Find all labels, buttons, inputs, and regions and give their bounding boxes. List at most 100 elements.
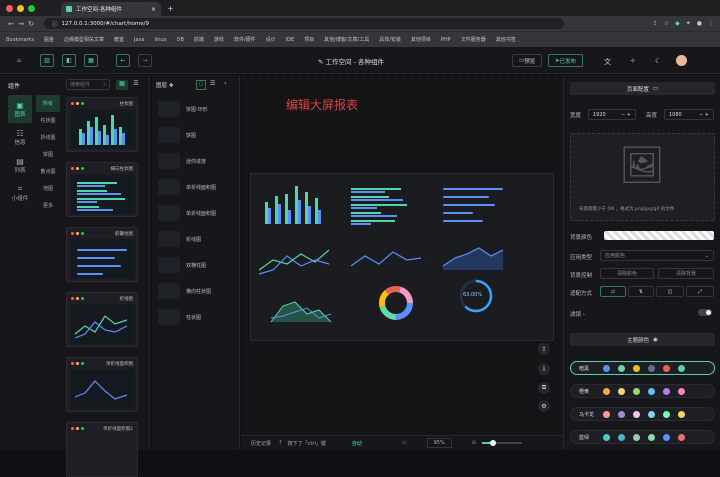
component-thumb-line[interactable]: 折线图 [66,292,138,347]
component-thumb-bar[interactable]: 柱状图 [66,97,138,152]
star-icon[interactable]: ☆ [664,20,669,27]
layer-item[interactable]: 单折线面积图 [158,203,238,223]
category-list[interactable]: ▤ 列表 [8,151,32,179]
canvas-big-title[interactable]: 编辑大屏报表 [286,96,358,113]
bookmark-item[interactable]: Java [134,37,145,43]
bookmark-item[interactable]: 边缘模型相关文章 [64,36,104,43]
layer-item[interactable]: 双横柱图 [158,255,238,275]
maximize-window-icon[interactable] [28,4,35,12]
layer-item[interactable]: 折线图 [158,229,238,249]
component-thumb-area[interactable]: 单折线面积图 [66,357,138,412]
screen-icon[interactable]: ▭ [402,440,407,446]
fit-none-button[interactable]: ⤢ [686,286,714,297]
subcategory-bar[interactable]: 柱状图 [36,112,60,129]
moon-icon[interactable]: ☾ [655,57,661,65]
home-icon[interactable]: ⌂ [12,54,26,67]
bg-color-picker[interactable] [604,231,714,240]
bookmark-item[interactable]: 教室 [114,36,124,43]
layer-up-icon[interactable]: ⇧ [538,343,550,355]
subcategory-scatter[interactable]: 散点图 [36,163,60,180]
layer-down-icon[interactable]: ⇩ [538,363,550,375]
puzzle-icon[interactable]: ✦ [686,20,691,27]
theme-color-tab[interactable]: 主题颜色 ◉ [570,333,715,346]
category-info[interactable]: ☷ 信息 [8,123,32,151]
component-thumb-hbar[interactable]: 横向柱状图 [66,162,138,217]
bookmark-item[interactable]: 设计 [266,36,276,43]
fit-width-button[interactable]: ⇄ [600,286,626,297]
layer-item[interactable]: 饼图 [158,125,238,145]
detail-toggle-button[interactable]: ▦ [84,54,98,67]
lock-icon[interactable]: ⊙ [472,440,476,446]
bookmark-item[interactable]: 游戏 [214,36,224,43]
height-input[interactable]: 1080− + [664,109,714,120]
bookmarks-button[interactable]: Bookmarks [6,37,34,43]
bookmark-item[interactable]: 其他书签 [496,36,516,43]
back-icon[interactable]: ← [6,20,16,28]
category-widget[interactable]: ⌗ 小组件 [8,179,32,207]
subcategory-line[interactable]: 折线图 [36,129,60,146]
menu-icon[interactable]: ⋮ [708,20,714,27]
filter-label[interactable]: 滤镜 › [570,310,585,318]
browser-tab[interactable]: 工作空间-各种组件 × [61,2,161,16]
page-config-tab[interactable]: 页面配置 ▭ [570,82,715,95]
bg-upload-area[interactable]: 🖼 背景图需小于 5M ，格式为 png/jpg/gif 的文件 [570,133,715,221]
reload-icon[interactable]: ↻ [26,20,36,28]
help-icon[interactable]: ? [279,440,282,446]
bookmark-item[interactable]: 其他项目 [411,36,431,43]
translate-icon[interactable]: 文 [604,57,611,67]
dashboard-stage[interactable]: 63.00% [250,173,554,341]
apply-type-select[interactable]: 应用颜色 ⌄ [600,250,714,261]
collapse-icon[interactable]: ‹ [224,80,226,87]
filter-toggle[interactable] [698,309,712,316]
preview-button[interactable]: ▭ 预览 [512,54,543,67]
layer-item[interactable]: 单折线面积图 [158,177,238,197]
theme-row[interactable]: 暗黑 [570,361,715,375]
bookmark-item[interactable]: 项目 [304,36,314,43]
avatar[interactable] [676,55,687,66]
grid-view-icon[interactable]: ▦ [116,80,128,90]
bookmark-item[interactable]: linux [155,37,167,43]
layer-item[interactable]: 饼图-环形 [158,99,238,119]
layer-item[interactable]: 横向柱状图 [158,281,238,301]
category-chart[interactable]: ▣ 图表 [8,95,32,123]
subcategory-all[interactable]: 所有 [36,95,60,112]
clear-bg-button[interactable]: 清除背景 [658,268,714,279]
width-input[interactable]: 1920− + [588,109,636,120]
close-window-icon[interactable] [6,4,13,12]
new-tab-icon[interactable]: + [167,4,174,13]
component-search-input[interactable]: 搜索组件 ⌕ [66,79,110,90]
layer-toggle-button[interactable]: ◧ [62,54,76,67]
history-button[interactable]: 历史记录 [251,440,271,447]
close-tab-icon[interactable]: × [151,6,156,13]
bookmark-item[interactable]: 软件/硬件 [234,36,256,43]
component-thumb-capsule[interactable]: 胶囊柱图 [66,227,138,282]
undo-button[interactable]: ← [116,54,130,67]
bookmark-item[interactable]: DB [177,37,184,43]
share-icon[interactable]: ⇪ [653,20,658,27]
extension-icon[interactable]: ◆ [675,20,680,27]
fit-height-button[interactable]: ⇅ [628,286,654,297]
bookmark-item[interactable]: 具体/安装 [379,36,401,43]
profile-icon[interactable]: ● [697,20,702,27]
chart-toggle-button[interactable]: ▥ [40,54,54,67]
zoom-slider[interactable] [481,440,522,446]
bookmark-item[interactable]: 文件服务器 [461,36,486,43]
forward-icon[interactable]: → [16,20,26,28]
publish-button[interactable]: ➤ 已发布 [548,54,584,67]
bookmark-item[interactable]: 掘金 [44,36,54,43]
bookmark-item[interactable]: 其他/博客/文章/工具 [324,36,369,43]
zoom-select[interactable]: 95% [426,438,452,448]
subcategory-more[interactable]: 更多 [36,197,60,214]
bookmark-item[interactable]: PHP [441,37,451,43]
layer-list-icon[interactable]: ☰ [210,80,215,87]
subcategory-map[interactable]: 地图 [36,180,60,197]
url-field[interactable]: ⓘ 127.0.0.1:3000/#/chart/home/9 [44,18,564,29]
layer-grid-icon[interactable]: ▢ [196,80,206,90]
clear-color-button[interactable]: 清除颜色 [600,268,654,279]
bookmark-item[interactable]: IDE [286,37,294,43]
settings-gear-icon[interactable]: ⚙ [538,400,550,412]
redo-button[interactable]: → [138,54,152,67]
bookmark-item[interactable]: 前端 [194,36,204,43]
layer-item[interactable]: 柱状图 [158,307,238,327]
theme-row[interactable]: 蓝绿 [570,430,715,444]
